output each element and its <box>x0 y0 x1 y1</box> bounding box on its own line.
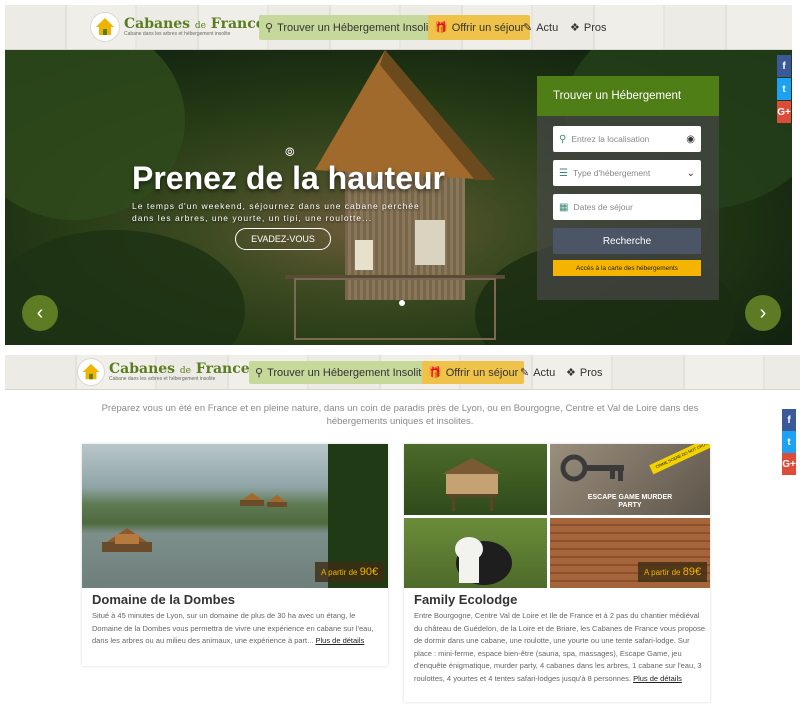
card-title[interactable]: Family Ecolodge <box>414 592 517 607</box>
pros-label: Pros <box>583 21 607 34</box>
prev-slide-button[interactable]: ‹ <box>22 295 58 331</box>
goat-photo <box>404 518 547 588</box>
brand-name-end: France <box>195 361 250 377</box>
people-icon: ❖ <box>570 22 580 34</box>
treehouse-photo <box>404 444 547 515</box>
search-panel-title: Trouver un Hébergement <box>537 76 719 116</box>
crime-tape: CRIME SCENE DO NOT CROSS <box>649 444 710 475</box>
calendar-icon: ▦ <box>559 201 569 213</box>
location-placeholder: Entrez la localisation <box>571 134 650 144</box>
gift-stay-button[interactable]: 🎁 Offrir un séjour <box>422 361 525 384</box>
find-accommodation-label: Trouver un Hébergement Insolite <box>267 366 428 379</box>
card-description: Entre Bourgogne, Centre Val de Loire et … <box>414 610 706 685</box>
slide-indicator[interactable] <box>399 300 405 306</box>
pros-label: Pros <box>579 366 603 379</box>
news-link[interactable]: ✎ Actu <box>517 15 564 40</box>
brand-name: Cabanes <box>124 16 191 32</box>
hero-banner: ⦾ Prenez de la hauteur Le temps d'un wee… <box>5 50 792 345</box>
locate-icon[interactable]: ◉ <box>686 134 695 145</box>
find-accommodation-button[interactable]: ⚲ Trouver un Hébergement Insolite <box>249 361 434 384</box>
price-value: 89€ <box>682 566 702 578</box>
cabin-logo-icon <box>77 358 105 386</box>
search-icon: ⚲ <box>265 22 274 34</box>
treehouse-illustration <box>285 50 505 340</box>
news-link[interactable]: ✎ Actu <box>514 361 561 384</box>
type-placeholder: Type d'hébergement <box>572 168 651 178</box>
google-share-button[interactable]: G+ <box>777 101 791 123</box>
price-prefix: A partir de <box>321 568 358 577</box>
price-badge: A partir de 89€ <box>638 562 708 582</box>
find-accommodation-button[interactable]: ⚲ Trouver un Hébergement Insolite <box>259 15 444 40</box>
brand-name-suffix: de <box>194 21 207 31</box>
search-button[interactable]: Recherche <box>553 228 701 254</box>
sticky-header: Cabanes de France Cabane dans les arbres… <box>5 355 800 390</box>
hero-title: Prenez de la hauteur <box>132 160 445 196</box>
gift-stay-label: Offrir un séjour <box>445 366 519 379</box>
pros-link[interactable]: ❖ Pros <box>564 15 613 40</box>
dates-placeholder: Dates de séjour <box>573 202 633 212</box>
facebook-share-button[interactable]: f <box>777 55 791 77</box>
twitter-share-button[interactable]: t <box>782 431 796 453</box>
listing-card[interactable]: A partir de 90€ Domaine de la Dombes Sit… <box>82 444 388 666</box>
escape-game-sign: ESCAPE GAME MURDER PARTY <box>587 494 673 509</box>
card-description: Situé à 45 minutes de Lyon, sur un domai… <box>92 610 382 648</box>
news-icon: ✎ <box>520 367 530 379</box>
price-value: 90€ <box>359 566 379 578</box>
hero-subtitle: Le temps d'un weekend, séjournez dans un… <box>132 201 420 223</box>
brand-name-suffix: de <box>179 366 192 376</box>
card-title[interactable]: Domaine de la Dombes <box>92 592 235 607</box>
map-marker-icon: ⚲ <box>559 133 567 145</box>
pros-link[interactable]: ❖ Pros <box>560 361 609 384</box>
listing-card[interactable]: CRIME SCENE DO NOT CROSS ESCAPE GAME MUR… <box>404 444 710 702</box>
cabin-logo-icon <box>90 12 120 42</box>
type-select[interactable]: ☰ Type d'hébergement ⌄ <box>553 160 701 186</box>
gift-icon: 🎁 <box>434 22 448 34</box>
brand-tagline: Cabane dans les arbres et hébergement in… <box>109 376 216 382</box>
more-details-link[interactable]: Plus de détails <box>315 636 364 645</box>
next-slide-button[interactable]: › <box>745 295 781 331</box>
intro-text: Préparez vous un été en France et en ple… <box>101 403 699 427</box>
news-icon: ✎ <box>523 22 533 34</box>
top-header: Cabanes de France Cabane dans les arbres… <box>5 5 792 50</box>
brand-tagline: Cabane dans les arbres et hébergement in… <box>124 31 231 37</box>
location-input[interactable]: ⚲ Entrez la localisation ◉ <box>553 126 701 152</box>
chevron-right-icon: › <box>759 301 767 324</box>
escape-button[interactable]: EVADEZ-VOUS <box>235 228 331 250</box>
logo[interactable]: Cabanes de France Cabane dans les arbres… <box>77 358 250 386</box>
gift-stay-button[interactable]: 🎁 Offrir un séjour <box>428 15 531 40</box>
facebook-share-button[interactable]: f <box>782 409 796 431</box>
escape-game-photo: CRIME SCENE DO NOT CROSS ESCAPE GAME MUR… <box>550 444 710 515</box>
map-access-button[interactable]: Accès à la carte des hébergements <box>553 260 701 276</box>
more-details-link[interactable]: Plus de détails <box>633 674 682 683</box>
chevron-left-icon: ‹ <box>36 301 44 324</box>
search-panel: Trouver un Hébergement ⚲ Entrez la local… <box>537 76 719 300</box>
twitter-share-button[interactable]: t <box>777 78 791 100</box>
news-label: Actu <box>533 366 556 379</box>
location-pin-icon: ⦾ <box>285 145 295 159</box>
price-badge: A partir de 90€ <box>315 562 385 582</box>
brand-name: Cabanes <box>109 361 176 377</box>
google-share-button[interactable]: G+ <box>782 453 796 475</box>
chevron-down-icon: ⌄ <box>686 167 695 179</box>
find-accommodation-label: Trouver un Hébergement Insolite <box>277 21 438 34</box>
search-icon: ⚲ <box>255 367 264 379</box>
card-description-text: Entre Bourgogne, Centre Val de Loire et … <box>414 611 706 683</box>
price-prefix: A partir de <box>644 568 681 577</box>
gift-stay-label: Offrir un séjour <box>451 21 525 34</box>
logo[interactable]: Cabanes de France Cabane dans les arbres… <box>90 12 265 42</box>
news-label: Actu <box>536 21 559 34</box>
list-icon: ☰ <box>559 167 568 179</box>
dates-input[interactable]: ▦ Dates de séjour <box>553 194 701 220</box>
brand-name-end: France <box>210 16 265 32</box>
gift-icon: 🎁 <box>428 367 442 379</box>
people-icon: ❖ <box>566 367 576 379</box>
